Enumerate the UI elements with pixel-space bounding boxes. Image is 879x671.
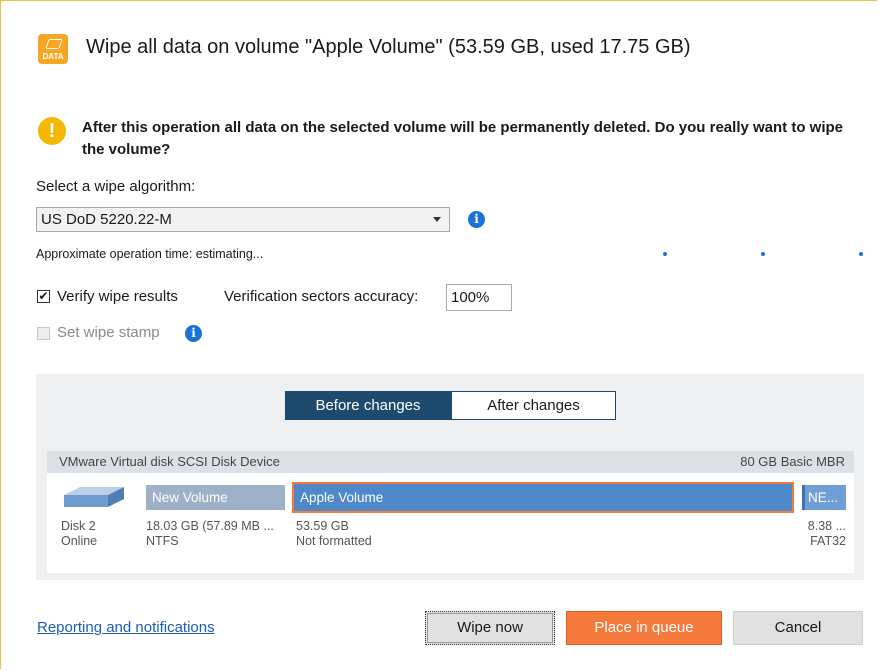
partition-new-volume[interactable]: New Volume 18.03 GB (57.89 MB ... NTFS: [146, 485, 285, 549]
place-in-queue-button[interactable]: Place in queue: [566, 611, 722, 645]
disk-label: Disk 2: [61, 519, 96, 533]
partition-size: 8.38 ...: [807, 519, 846, 533]
disk-name: VMware Virtual disk SCSI Disk Device: [59, 454, 280, 469]
partition-bar: New Volume: [146, 485, 285, 510]
partition-fs: NTFS: [146, 534, 179, 548]
wipe-algorithm-value: US DoD 5220.22-M: [41, 211, 172, 228]
operation-time-text: Approximate operation time: estimating..…: [36, 247, 264, 261]
algorithm-info-icon[interactable]: i: [468, 211, 485, 228]
disk-status: Online: [61, 534, 98, 548]
tab-after-changes[interactable]: After changes: [451, 391, 616, 420]
verify-label: Verify wipe results: [57, 288, 178, 305]
tab-before-changes[interactable]: Before changes: [285, 391, 451, 420]
eraser-glyph: [45, 39, 63, 49]
partition-ne[interactable]: NE... 8.38 ... FAT32: [802, 485, 846, 549]
progress-dot: [761, 252, 765, 256]
wipe-stamp-checkbox[interactable]: [37, 327, 50, 340]
algorithm-label: Select a wipe algorithm:: [36, 178, 196, 195]
wipe-algorithm-select[interactable]: US DoD 5220.22-M: [36, 207, 450, 232]
title-icon-label: DATA: [42, 52, 64, 61]
wipe-now-button[interactable]: Wipe now: [425, 611, 555, 645]
reporting-notifications-link[interactable]: Reporting and notifications: [37, 619, 215, 636]
wipe-stamp-label: Set wipe stamp: [57, 324, 160, 341]
progress-dot: [859, 252, 863, 256]
accuracy-label: Verification sectors accuracy:: [224, 288, 419, 305]
warning-text: After this operation all data on the sel…: [82, 119, 843, 158]
cancel-button[interactable]: Cancel: [733, 611, 863, 645]
partition-size: 18.03 GB (57.89 MB ...: [146, 519, 274, 533]
dialog-title: Wipe all data on volume "Apple Volume" (…: [86, 36, 691, 58]
partition-bar: NE...: [802, 485, 846, 510]
hard-disk-icon: [64, 487, 124, 507]
warning-icon: !: [38, 117, 66, 145]
partition-fs: Not formatted: [296, 534, 372, 548]
disk-size-info: 80 GB Basic MBR: [740, 454, 845, 469]
chevron-down-icon: [433, 217, 441, 222]
disk-header: VMware Virtual disk SCSI Disk Device 80 …: [47, 451, 854, 473]
data-eraser-icon: DATA: [38, 34, 68, 64]
accuracy-input[interactable]: 100%: [446, 284, 512, 311]
partition-size: 53.59 GB: [296, 519, 349, 533]
verify-checkbox[interactable]: ✔: [37, 290, 50, 303]
partition-apple-volume[interactable]: Apple Volume 53.59 GB Not formatted: [292, 482, 794, 549]
partition-fs: FAT32: [810, 534, 846, 548]
stamp-info-icon[interactable]: i: [185, 325, 202, 342]
progress-dot: [663, 252, 667, 256]
partition-bar-selected: Apple Volume: [292, 482, 794, 513]
